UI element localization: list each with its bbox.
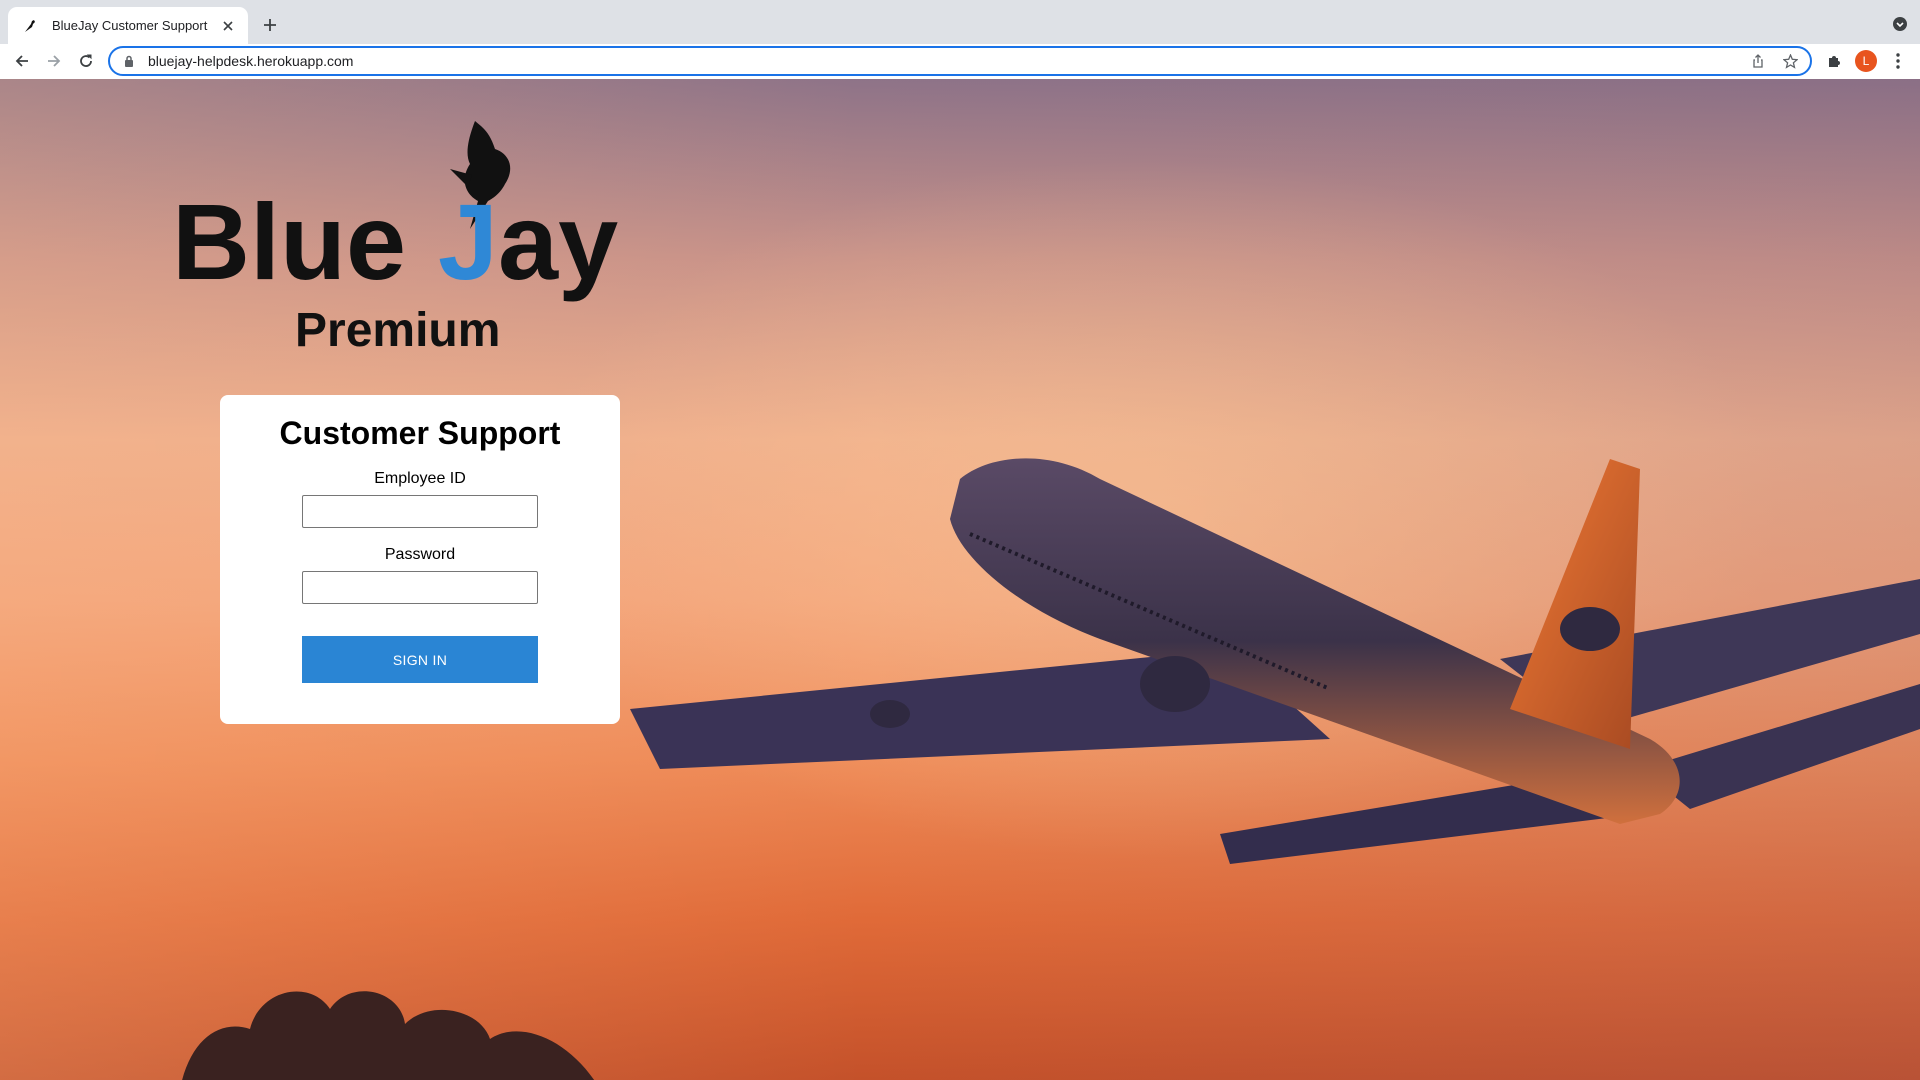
cloud-silhouette <box>182 991 595 1080</box>
reload-icon[interactable] <box>72 47 100 75</box>
logo-subtitle: Premium <box>295 304 500 357</box>
share-icon[interactable] <box>1746 49 1770 73</box>
logo-letter-j: J <box>438 181 498 302</box>
url-text: bluejay-helpdesk.herokuapp.com <box>148 53 354 69</box>
tab-strip: BlueJay Customer Support <box>0 0 1920 44</box>
password-field[interactable] <box>302 571 538 604</box>
extensions-icon[interactable] <box>1820 47 1848 75</box>
close-icon[interactable] <box>218 16 238 36</box>
page-viewport: Blue J ay Premium Customer Support Emplo… <box>0 79 1920 1080</box>
bluejay-premium-logo: Blue J ay Premium <box>172 121 618 357</box>
password-label: Password <box>384 546 456 563</box>
back-icon[interactable] <box>8 47 36 75</box>
browser-toolbar: bluejay-helpdesk.herokuapp.com L <box>0 44 1920 79</box>
logo-word-ay: ay <box>498 181 618 302</box>
favicon-bird-icon <box>22 18 38 34</box>
address-bar[interactable]: bluejay-helpdesk.herokuapp.com <box>108 46 1812 76</box>
tab-title: BlueJay Customer Support <box>52 18 208 33</box>
sign-in-button[interactable]: SIGN IN <box>302 636 538 683</box>
kebab-menu-icon[interactable] <box>1884 47 1912 75</box>
employee-id-field[interactable] <box>302 495 538 528</box>
avatar[interactable]: L <box>1855 50 1877 72</box>
employee-id-label: Employee ID <box>374 470 466 487</box>
plus-icon[interactable] <box>258 13 282 37</box>
logo-word-blue: Blue <box>172 181 406 302</box>
login-card: Customer Support Employee ID Password SI… <box>220 395 620 724</box>
lock-icon[interactable] <box>122 54 136 68</box>
forward-icon[interactable] <box>40 47 68 75</box>
page-title: Customer Support <box>279 415 561 451</box>
airplane-image <box>630 458 1920 864</box>
tab-search-icon[interactable] <box>1890 14 1910 34</box>
star-icon[interactable] <box>1778 49 1802 73</box>
browser-tab[interactable]: BlueJay Customer Support <box>8 7 248 44</box>
